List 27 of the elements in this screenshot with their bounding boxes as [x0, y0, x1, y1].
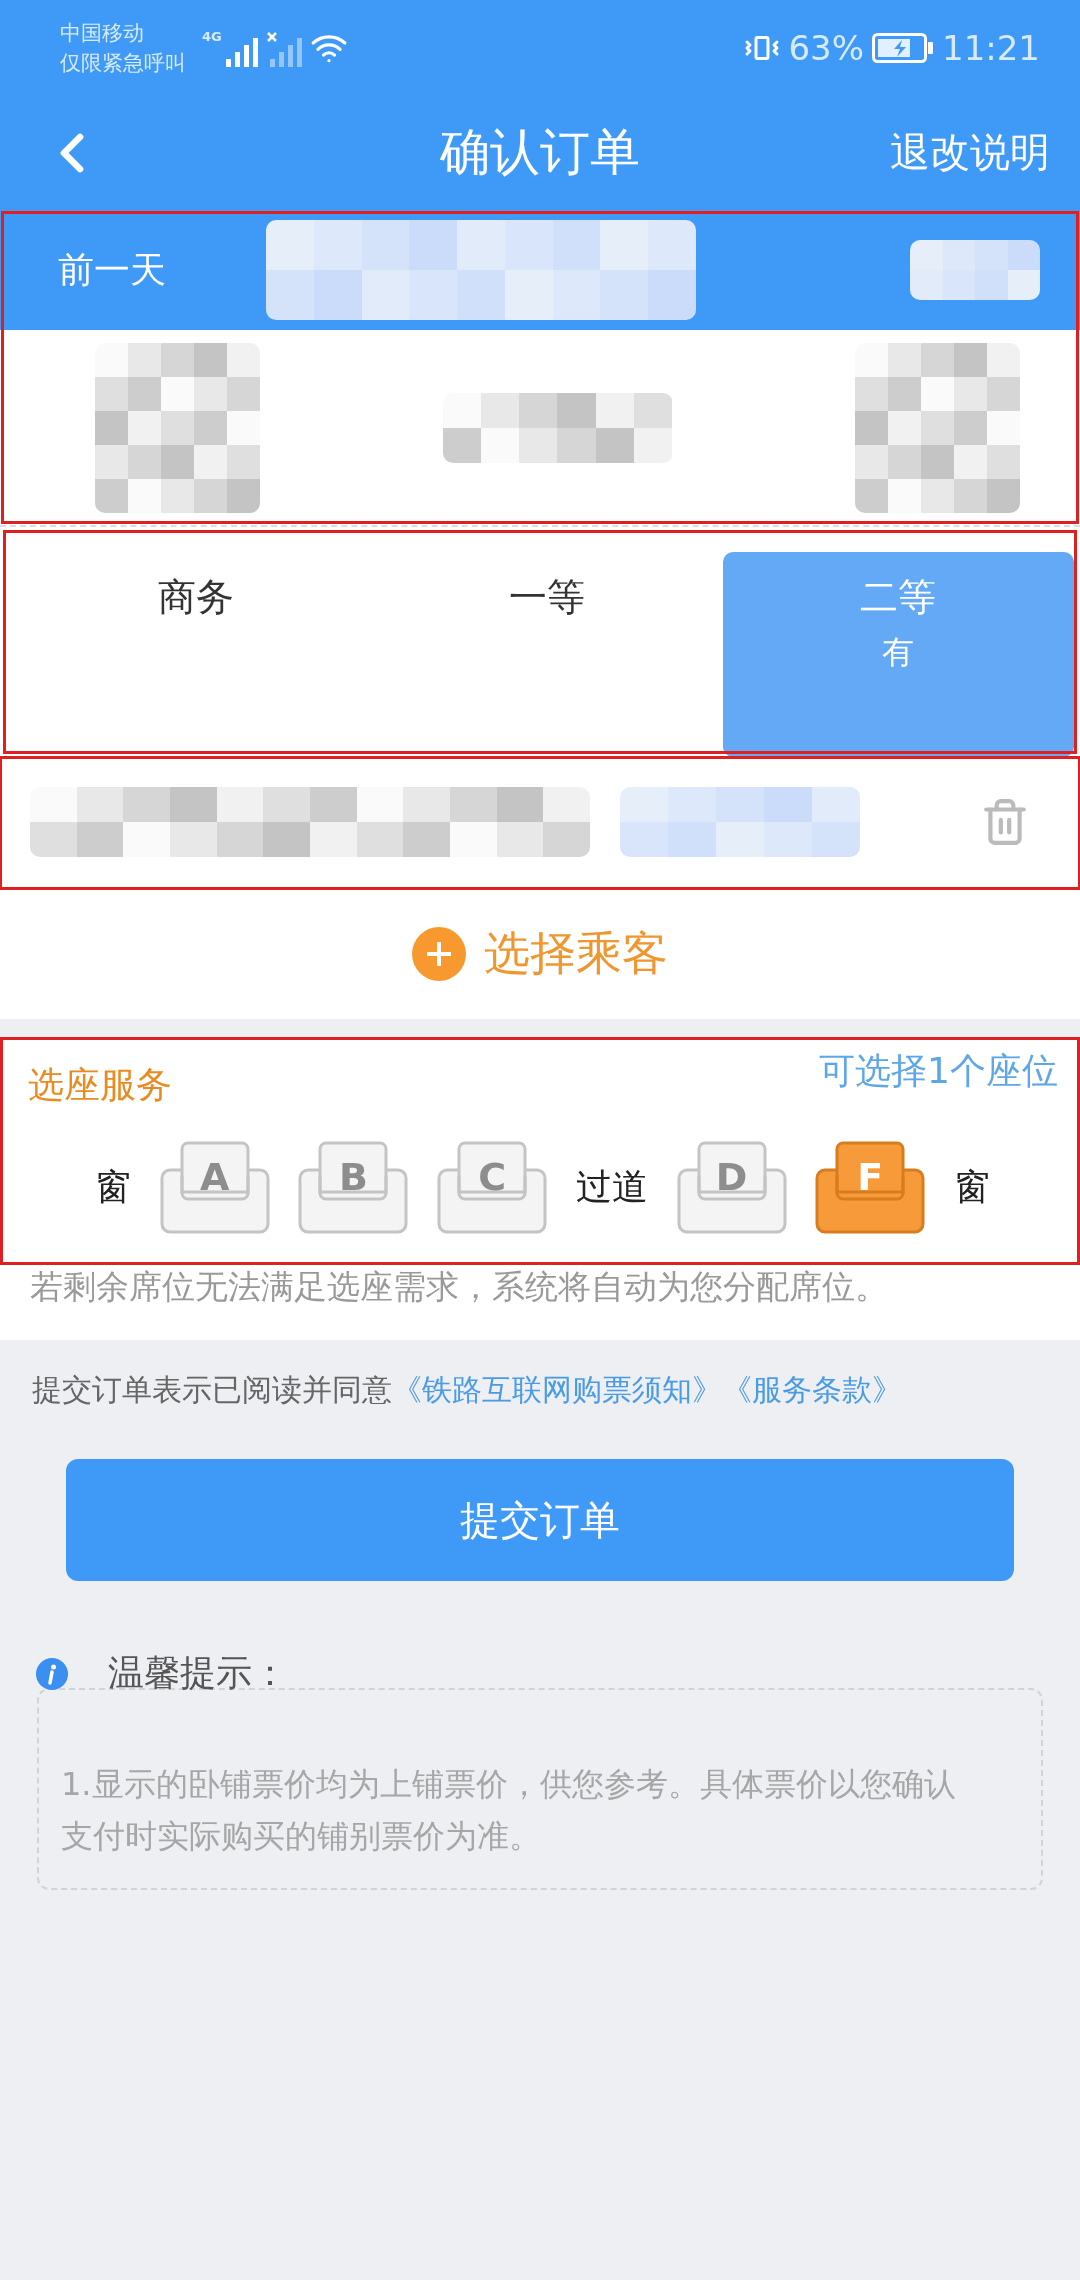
- terms-link[interactable]: 《铁路互联网购票须知》: [392, 1372, 722, 1407]
- seat-position-label: 窗: [95, 1165, 131, 1209]
- section-title: 选座服务: [28, 1063, 172, 1107]
- seat-position-label: 窗: [953, 1165, 990, 1209]
- seat-hint: 可选择1个座位: [819, 1049, 1058, 1093]
- seat-class-tab[interactable]: 商务: [20, 552, 372, 757]
- network-type: 4G: [202, 28, 222, 44]
- seat-position-label: 过道: [575, 1165, 648, 1209]
- seat-note: 若剩余席位无法满足选座需求，系统将自动为您分配席位。: [29, 1266, 889, 1308]
- previous-day-link[interactable]: 前一天: [58, 245, 166, 295]
- carrier-note: 仅限紧急呼叫: [60, 49, 186, 77]
- seat-class-tab[interactable]: 一等: [371, 552, 723, 757]
- clock-time: 11:21: [942, 27, 1040, 68]
- plus-icon: [412, 927, 466, 981]
- carrier-name: 中国移动: [60, 19, 145, 47]
- agreement-text: 提交订单表示已阅读并同意《铁路互联网购票须知》《服务条款》: [31, 1371, 903, 1409]
- page-title: 确认订单: [440, 122, 640, 183]
- submit-order-button[interactable]: 提交订单: [66, 1459, 1014, 1581]
- terms-link[interactable]: 《服务条款》: [722, 1372, 902, 1407]
- refund-rules-link[interactable]: 退改说明: [890, 125, 1050, 180]
- select-passenger-button[interactable]: 选择乘客: [412, 923, 668, 985]
- info-icon: [36, 1657, 68, 1690]
- tip-text: 1.显示的卧铺票价均为上铺票价，供您参考。具体票价以您确认支付时实际购买的铺别票价为准。: [61, 1764, 957, 1857]
- battery-percent: 63%: [788, 27, 864, 68]
- seat-class-tab[interactable]: 二等 有: [722, 552, 1074, 757]
- battery-charging-icon: [872, 32, 934, 63]
- tips-title: 温馨提示：: [108, 1651, 288, 1695]
